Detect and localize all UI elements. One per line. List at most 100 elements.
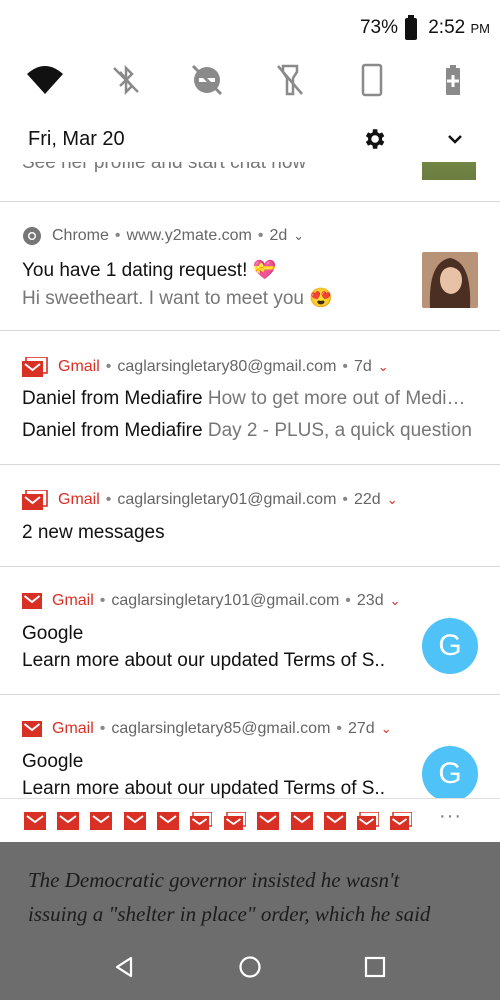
separator-dot: •: [345, 592, 351, 609]
do-not-disturb-off-icon[interactable]: [187, 60, 227, 100]
separator-dot: •: [342, 491, 348, 508]
message-sender: Daniel from Mediafire: [22, 388, 203, 409]
gmail-icon: [90, 812, 112, 830]
notification-chrome[interactable]: Chrome • www.y2mate.com • 2d ⌄ You have …: [0, 202, 500, 331]
gmail-icon: [124, 812, 146, 830]
notification-header: Gmail • caglarsingletary01@gmail.com • 2…: [22, 490, 398, 510]
app-name: Chrome: [52, 227, 109, 244]
message-sender: Google: [22, 623, 84, 644]
separator-dot: •: [336, 720, 342, 737]
wifi-icon[interactable]: [25, 60, 65, 100]
gmail-stack-icon: [357, 812, 379, 830]
app-name: Gmail: [52, 592, 94, 609]
expand-caret-icon[interactable]: ⌄: [390, 593, 401, 609]
expand-caret-icon[interactable]: ⌄: [293, 228, 304, 244]
chrome-icon: [23, 227, 41, 245]
article-text-line: The Democratic governor insisted he wasn…: [28, 868, 400, 892]
sender-avatar: G: [422, 746, 478, 802]
message-sender: Google: [22, 751, 84, 772]
message-preview: Day 2 - PLUS, a quick question: [207, 420, 472, 441]
gmail-icon: [57, 812, 79, 830]
notification-source: caglarsingletary101@gmail.com: [111, 592, 340, 609]
date-row: Fri, Mar 20: [0, 118, 500, 162]
notification-source: caglarsingletary85@gmail.com: [111, 720, 331, 737]
message-preview: Learn more about our updated Terms of S.…: [22, 650, 385, 671]
gmail-icon: [22, 721, 42, 737]
battery-saver-icon[interactable]: [433, 60, 473, 100]
back-icon[interactable]: [112, 954, 138, 980]
article-text-line: issuing a "shelter in place" order, whic…: [28, 902, 431, 926]
gmail-icon: [324, 812, 346, 830]
background-app-content: The Democratic governor insisted he wasn…: [0, 842, 500, 934]
clock-time: 2:52: [428, 17, 466, 38]
gmail-icon: [291, 812, 313, 830]
notification-source: www.y2mate.com: [126, 227, 252, 244]
bluetooth-off-icon[interactable]: [106, 60, 146, 100]
app-name: Gmail: [58, 358, 100, 375]
gmail-icon: [257, 812, 279, 830]
flashlight-off-icon[interactable]: [270, 60, 310, 100]
separator-dot: •: [99, 592, 106, 609]
clock: 2:52 PM: [428, 17, 490, 39]
date-label: Fri, Mar 20: [28, 128, 125, 150]
separator-dot: •: [105, 491, 112, 508]
notification-age: 22d: [354, 491, 381, 508]
message-line: Daniel from Mediafire How to get more ou…: [22, 388, 478, 410]
profile-photo: [422, 252, 478, 308]
message-preview: How to get more out of Medi…: [207, 388, 466, 409]
message-line: Daniel from Mediafire Day 2 - PLUS, a qu…: [22, 420, 478, 442]
quick-settings-row: [0, 56, 500, 104]
message-preview: Learn more about our updated Terms of S.…: [22, 778, 385, 799]
partial-notification-thumbnail: [422, 162, 476, 180]
notification-header: Gmail • caglarsingletary85@gmail.com • 2…: [22, 720, 392, 738]
clock-ampm: PM: [470, 21, 491, 36]
expand-caret-icon[interactable]: ⌄: [381, 721, 392, 737]
notification-age: 7d: [354, 358, 372, 375]
notification-source: caglarsingletary80@gmail.com: [117, 358, 337, 375]
partial-notification-text: See her profile and start chat now: [22, 162, 307, 173]
gmail-icon: [24, 812, 46, 830]
notification-age: 2d: [269, 227, 288, 244]
gmail-stack-icon: [22, 490, 48, 510]
notification-age: 23d: [356, 592, 384, 609]
home-icon[interactable]: [237, 954, 263, 980]
notification-overflow-strip[interactable]: ···: [0, 798, 500, 842]
auto-rotate-icon[interactable]: [352, 60, 392, 100]
notification-summary: 2 new messages: [22, 522, 165, 543]
notification-subtitle: Hi sweetheart. I want to meet you 😍: [22, 288, 333, 309]
notification-source: caglarsingletary01@gmail.com: [117, 491, 337, 508]
notification-header: Gmail • caglarsingletary101@gmail.com • …: [22, 592, 401, 610]
notification-gmail[interactable]: Gmail • caglarsingletary101@gmail.com • …: [0, 567, 500, 695]
battery-percentage: 73%: [359, 17, 398, 38]
notification-header: Chrome • www.y2mate.com • 2d ⌄: [22, 226, 304, 246]
sender-avatar: G: [422, 618, 478, 674]
profile-photo-image: [422, 252, 478, 308]
gmail-stack-icon: [190, 812, 212, 830]
chevron-down-icon[interactable]: [444, 128, 466, 150]
message-sender: Daniel from Mediafire: [22, 420, 203, 441]
separator-dot: •: [99, 720, 106, 737]
notification-gmail[interactable]: Gmail • caglarsingletary01@gmail.com • 2…: [0, 465, 500, 567]
app-name: Gmail: [52, 720, 94, 737]
recents-icon[interactable]: [362, 954, 388, 980]
partial-notification[interactable]: See her profile and start chat now: [0, 162, 500, 202]
navigation-bar: [0, 934, 500, 1000]
notification-gmail[interactable]: Gmail • caglarsingletary80@gmail.com • 7…: [0, 331, 500, 465]
gear-icon[interactable]: [361, 126, 387, 152]
separator-dot: •: [342, 358, 348, 375]
notification-header: Gmail • caglarsingletary80@gmail.com • 7…: [22, 357, 389, 377]
notification-list: See her profile and start chat now Chrom…: [0, 162, 500, 842]
app-name: Gmail: [58, 491, 100, 508]
separator-dot: •: [105, 358, 112, 375]
more-notifications-icon[interactable]: ···: [439, 805, 462, 828]
separator-dot: •: [114, 227, 121, 244]
gmail-stack-icon: [224, 812, 246, 830]
gmail-stack-icon: [22, 357, 48, 377]
expand-caret-icon[interactable]: ⌄: [378, 359, 389, 375]
gmail-stack-icon: [390, 812, 412, 830]
separator-dot: •: [257, 227, 264, 244]
gmail-icon: [157, 812, 179, 830]
expand-caret-icon[interactable]: ⌄: [387, 492, 398, 508]
gmail-icon: [22, 593, 42, 609]
battery-icon: [405, 15, 417, 40]
